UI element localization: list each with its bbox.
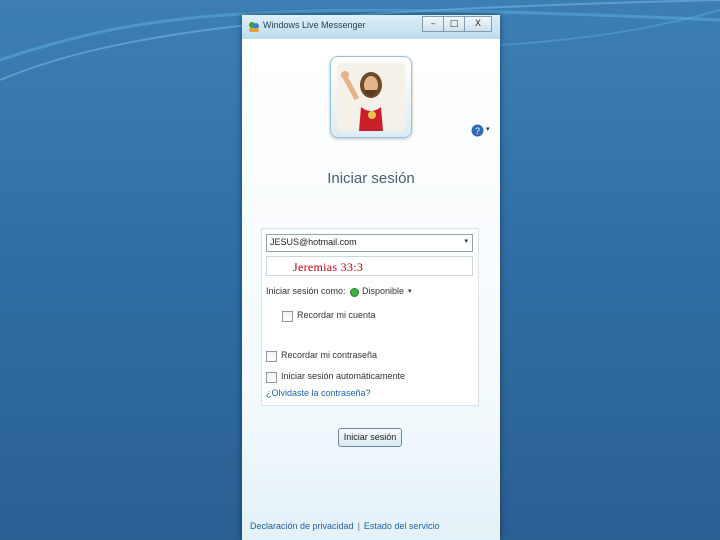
remember-password-checkbox[interactable] <box>266 351 277 362</box>
footer-links: Declaración de privacidad | Estado del ser… <box>250 521 439 531</box>
signin-button[interactable]: Iniciar sesión <box>338 428 402 447</box>
email-dropdown-caret[interactable]: ▾ <box>464 237 468 245</box>
password-field[interactable]: Jeremias 33:3 <box>266 256 473 276</box>
forgot-password-link[interactable]: ¿Olvidaste la contraseña? <box>266 388 371 398</box>
svg-text:?: ? <box>475 126 480 136</box>
email-value: JESUS@hotmail.com <box>270 237 357 247</box>
auto-signin-checkbox[interactable] <box>266 372 277 383</box>
messenger-logo-icon <box>249 22 259 32</box>
window-title: Windows Live Messenger <box>263 20 366 30</box>
help-icon[interactable]: ? <box>471 124 484 137</box>
sign-in-content: ? ▾ Iniciar sesión JESUS@hotmail.com ▾ J… <box>242 39 500 540</box>
footer-separator: | <box>357 521 360 531</box>
privacy-link[interactable]: Declaración de privacidad <box>250 521 354 531</box>
scripture-overlay: Jeremias 33:3 <box>293 260 364 274</box>
signin-as-label: Iniciar sesión como: <box>266 286 346 296</box>
auto-signin-label: Iniciar sesión automáticamente <box>281 371 406 381</box>
help-dropdown-caret[interactable]: ▾ <box>486 125 490 133</box>
status-select[interactable]: Disponible <box>362 286 404 296</box>
jesus-figure-icon <box>337 63 405 131</box>
status-dropdown-caret[interactable]: ▾ <box>408 287 412 295</box>
email-field[interactable]: JESUS@hotmail.com ▾ <box>266 234 473 252</box>
status-online-icon <box>350 288 359 297</box>
service-status-link[interactable]: Estado del servicio <box>364 521 440 531</box>
remember-password-label: Recordar mi contraseña <box>281 350 378 360</box>
maximize-button[interactable]: □ <box>443 16 465 32</box>
close-button[interactable]: X <box>464 16 492 32</box>
remember-account-checkbox[interactable] <box>282 311 293 322</box>
remember-account-label: Recordar mi cuenta <box>297 310 376 320</box>
page-title: Iniciar sesión <box>327 170 415 187</box>
title-bar[interactable]: Windows Live Messenger – □ X <box>242 15 500 39</box>
minimize-button[interactable]: – <box>422 16 444 32</box>
messenger-window: Windows Live Messenger – □ X ? ▾ Iniciar… <box>242 15 500 540</box>
avatar-frame[interactable] <box>330 56 412 138</box>
sign-in-panel: JESUS@hotmail.com ▾ Jeremias 33:3 Inicia… <box>261 228 479 406</box>
